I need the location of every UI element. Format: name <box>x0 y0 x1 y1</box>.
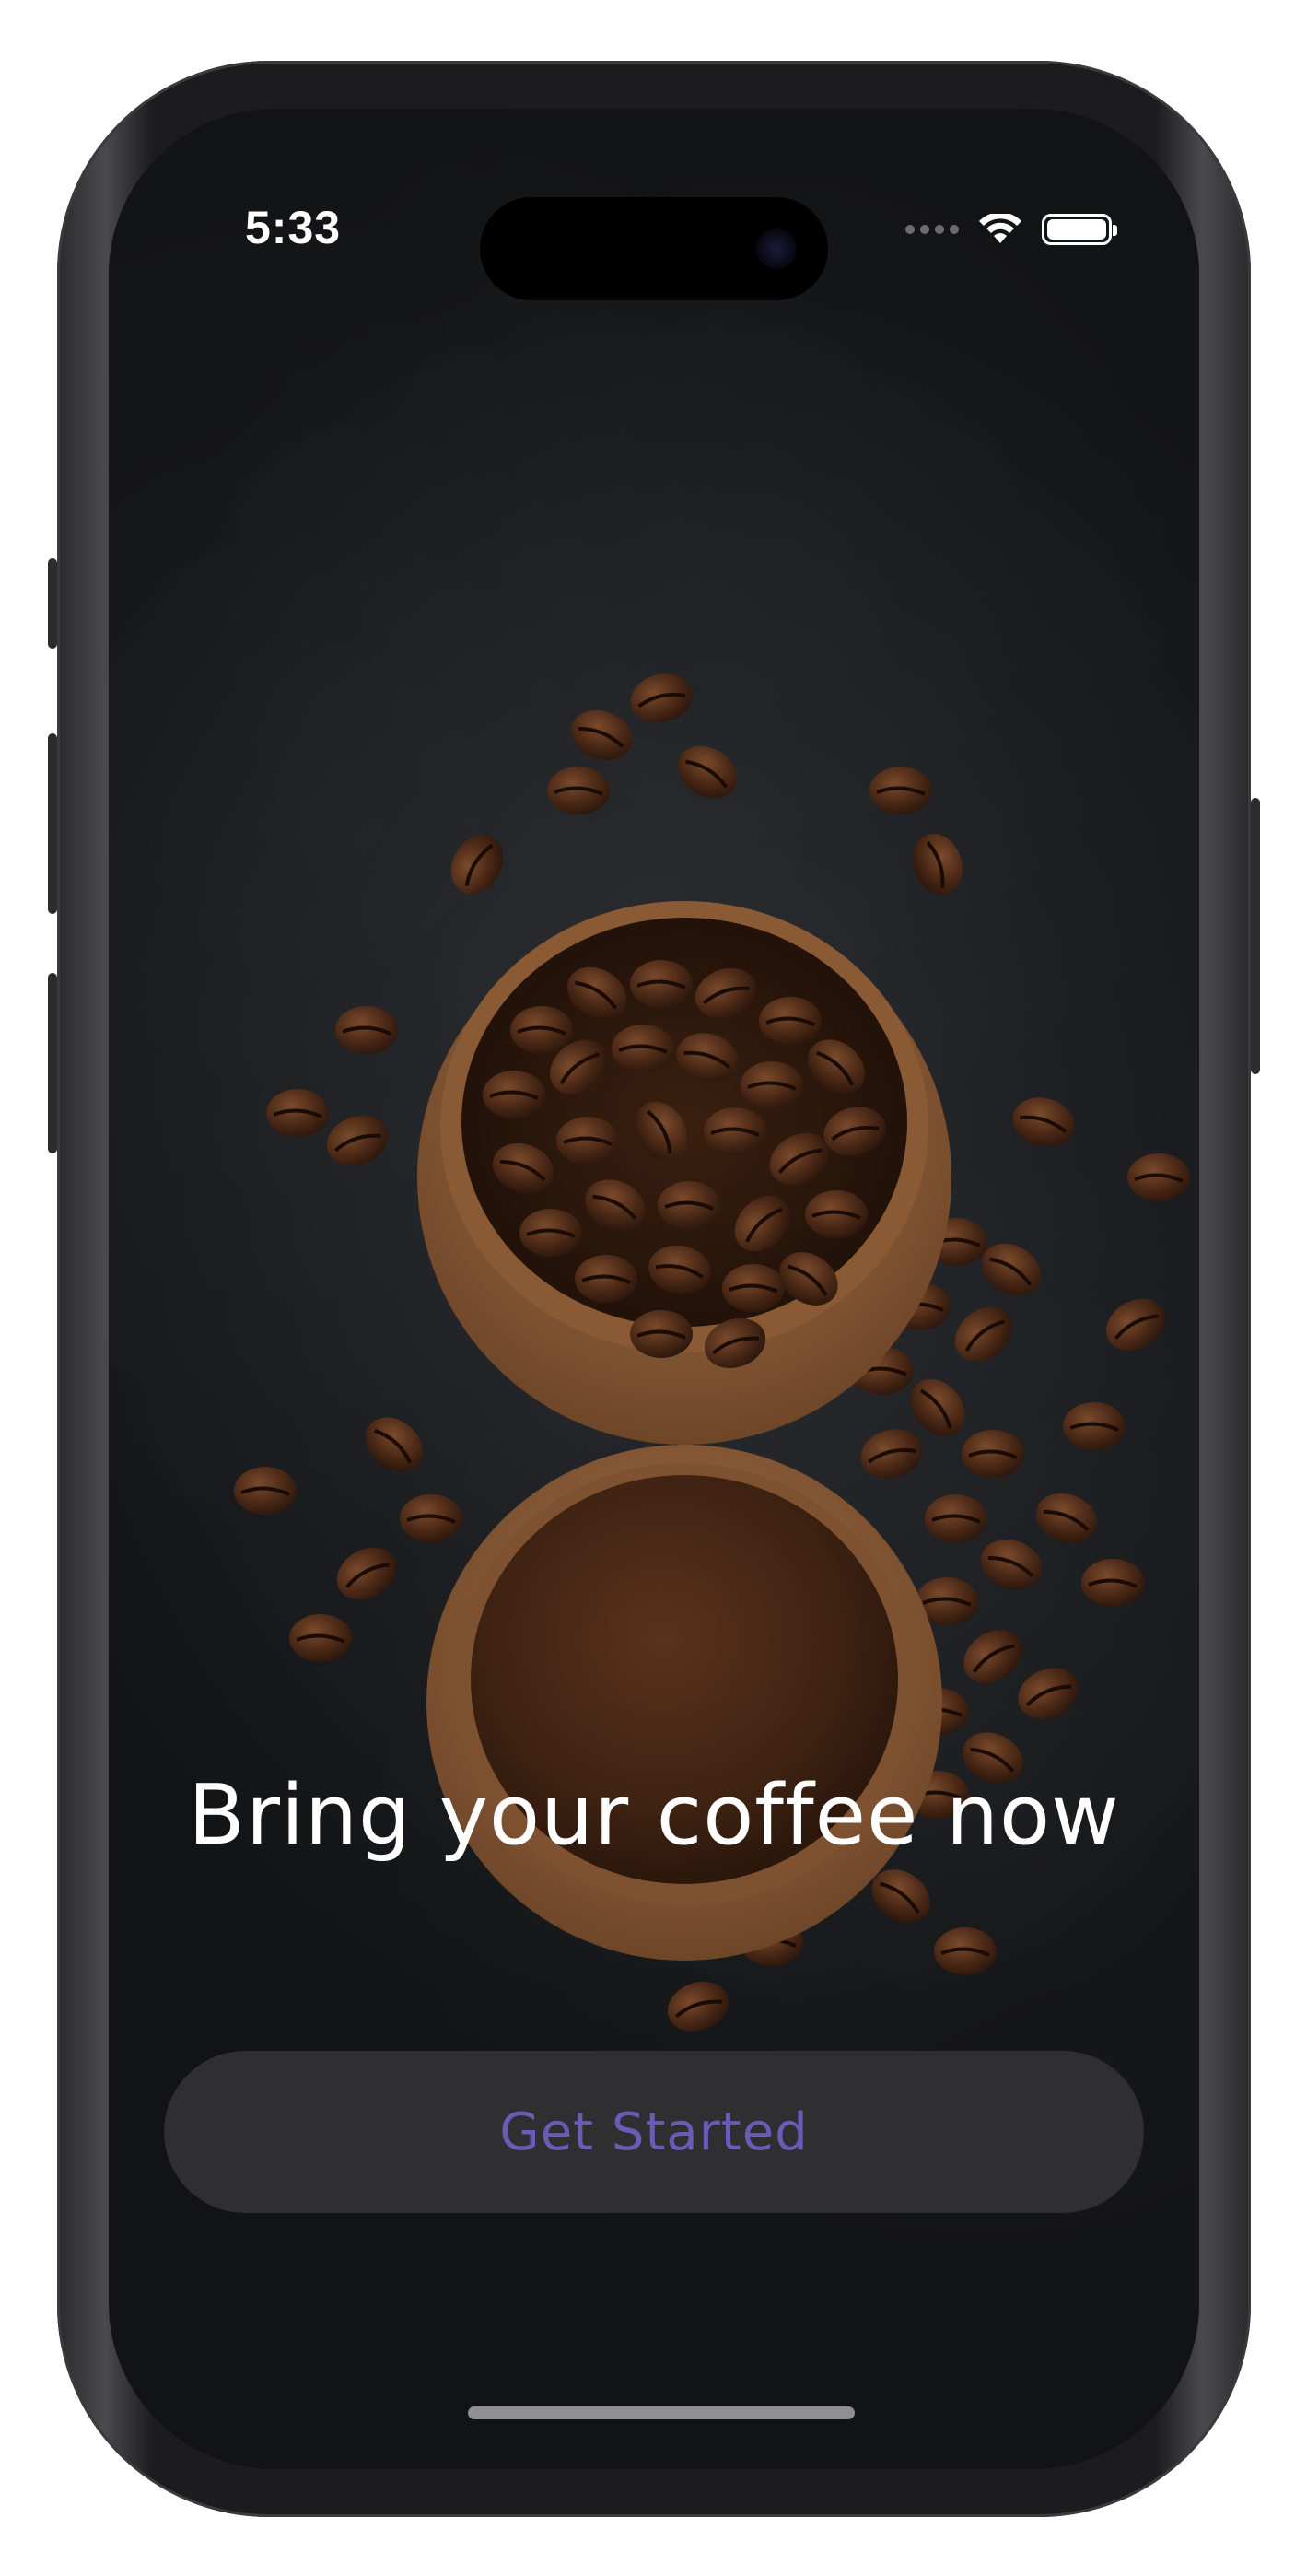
volume-down-button <box>48 973 57 1153</box>
app-screen: 5:33 Bring your coffee now Get Started <box>109 109 1199 2469</box>
get-started-button[interactable]: Get Started <box>164 2051 1144 2213</box>
battery-icon <box>1042 214 1117 245</box>
wifi-icon <box>979 214 1021 245</box>
status-icons <box>905 214 1117 245</box>
onboarding-headline: Bring your coffee now <box>188 1767 1120 1864</box>
cellular-signal-icon <box>905 225 959 234</box>
power-button <box>1251 798 1260 1074</box>
volume-up-button <box>48 733 57 914</box>
phone-frame: 5:33 Bring your coffee now Get Started <box>48 61 1260 2517</box>
dynamic-island <box>480 197 828 300</box>
action-button <box>48 558 57 649</box>
home-indicator[interactable] <box>468 2406 855 2419</box>
front-camera-icon <box>756 228 797 269</box>
status-time: 5:33 <box>245 202 342 253</box>
